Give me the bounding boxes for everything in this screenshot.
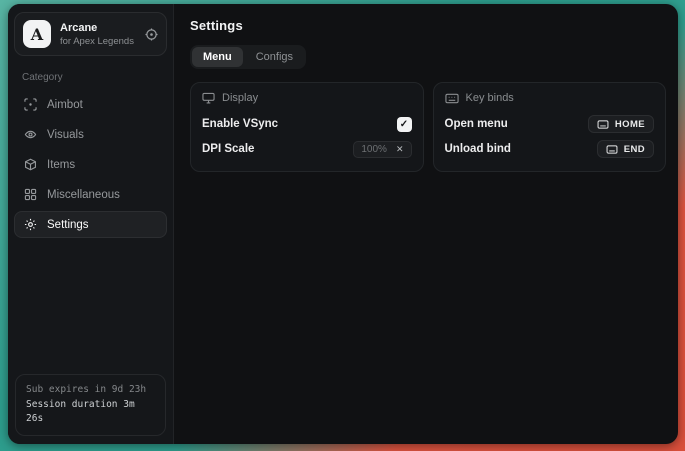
- card-title: Display: [222, 92, 258, 104]
- sidebar-item-label: Settings: [47, 219, 89, 231]
- crosshair-icon[interactable]: [145, 28, 158, 41]
- monitor-icon: [202, 92, 215, 104]
- sub-expiry-text: Sub expires in 9d 23h: [26, 383, 155, 398]
- dpi-scale-value: 100%: [361, 144, 387, 155]
- package-box-icon: [23, 158, 37, 171]
- sidebar-nav: Aimbot Visuals Items: [8, 91, 173, 238]
- setting-label: DPI Scale: [202, 143, 254, 155]
- unload-keybind[interactable]: END: [597, 140, 654, 158]
- keybinds-card: Key binds Open menu HOME: [433, 82, 667, 172]
- grid-icon: [23, 188, 37, 201]
- sidebar-item-label: Miscellaneous: [47, 189, 120, 201]
- sidebar-item-miscellaneous[interactable]: Miscellaneous: [14, 181, 167, 208]
- brand-title: Arcane: [60, 22, 134, 34]
- sidebar-item-visuals[interactable]: Visuals: [14, 121, 167, 148]
- session-duration-text: Session duration 3m 26s: [26, 398, 155, 427]
- keybind-value: HOME: [615, 119, 645, 130]
- sidebar: A Arcane for Apex Legends Category: [8, 4, 174, 444]
- settings-cards: Display Enable VSync ✓ DPI Scale 100% ✕: [190, 82, 666, 172]
- crosshair-scope-icon: [23, 98, 37, 111]
- keybind-value: END: [624, 144, 645, 155]
- sidebar-item-items[interactable]: Items: [14, 151, 167, 178]
- subscription-info: Sub expires in 9d 23h Session duration 3…: [15, 374, 166, 436]
- card-title: Key binds: [466, 92, 514, 104]
- brand-logo: A: [23, 20, 51, 48]
- vsync-checkbox[interactable]: ✓: [397, 117, 412, 132]
- display-card: Display Enable VSync ✓ DPI Scale 100% ✕: [190, 82, 424, 172]
- eye-scan-icon: [23, 128, 37, 141]
- setting-row-open-menu: Open menu HOME: [445, 112, 655, 136]
- setting-label: Enable VSync: [202, 118, 278, 130]
- setting-row-dpi: DPI Scale 100% ✕: [202, 137, 412, 161]
- key-icon: [606, 145, 618, 154]
- key-icon: [597, 120, 609, 129]
- setting-row-unload-bind: Unload bind END: [445, 137, 655, 161]
- sidebar-item-settings[interactable]: Settings: [14, 211, 167, 238]
- brand-subtitle: for Apex Legends: [60, 36, 134, 47]
- brand-card: A Arcane for Apex Legends: [14, 12, 167, 56]
- check-icon: ✓: [400, 119, 408, 130]
- category-label: Category: [22, 72, 159, 83]
- setting-label: Unload bind: [445, 143, 511, 155]
- sidebar-item-label: Visuals: [47, 129, 84, 141]
- app-window: A Arcane for Apex Legends Category: [8, 4, 678, 444]
- gear-icon: [23, 218, 37, 231]
- setting-label: Open menu: [445, 118, 508, 130]
- setting-row-vsync: Enable VSync ✓: [202, 112, 412, 136]
- tab-bar: Menu Configs: [190, 45, 306, 69]
- page-title: Settings: [190, 18, 666, 33]
- sidebar-item-label: Items: [47, 159, 75, 171]
- main-content: Settings Menu Configs Display E: [174, 4, 678, 444]
- tab-menu[interactable]: Menu: [192, 47, 243, 67]
- open-menu-keybind[interactable]: HOME: [588, 115, 654, 133]
- tab-configs[interactable]: Configs: [245, 47, 304, 67]
- keyboard-icon: [445, 93, 459, 104]
- clear-icon[interactable]: ✕: [396, 144, 404, 155]
- sidebar-item-aimbot[interactable]: Aimbot: [14, 91, 167, 118]
- dpi-scale-input[interactable]: 100% ✕: [353, 141, 411, 158]
- sidebar-item-label: Aimbot: [47, 99, 83, 111]
